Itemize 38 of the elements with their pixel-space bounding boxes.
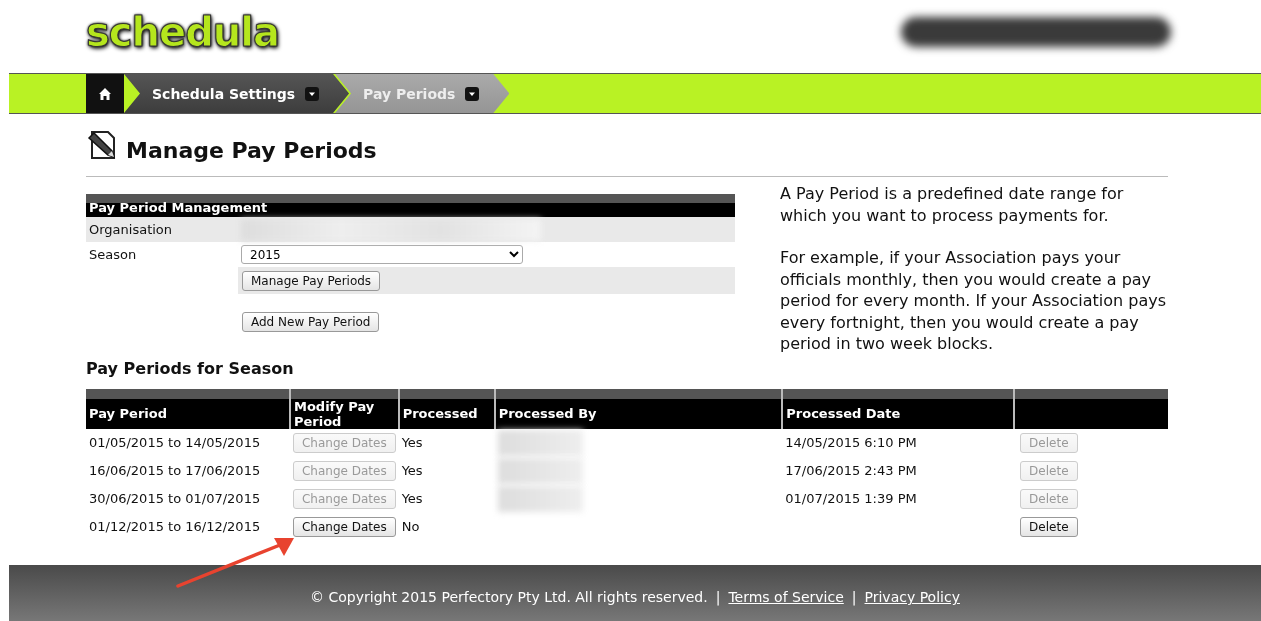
column-header: Processed — [398, 388, 495, 429]
column-header: Pay Period — [86, 388, 290, 429]
separator: | — [715, 589, 721, 605]
page-title: Manage Pay Periods — [126, 136, 377, 163]
table-cell-text: 17/06/2015 2:43 PM — [784, 462, 918, 480]
section-title: Pay Periods for Season — [86, 358, 295, 378]
copyright-text: © Copyright 2015 Perfectory Pty Ltd. All rights reserved. — [310, 589, 708, 605]
home-button[interactable] — [86, 74, 124, 113]
table-cell-text: No — [400, 518, 421, 536]
table-cell-text: Yes — [400, 490, 424, 508]
info-paragraph: A Pay Period is a predefined date range for which you want to process payments for. — [780, 183, 1125, 226]
change-dates-button[interactable]: Change Dates — [292, 516, 396, 537]
table-cell-text: 16/06/2015 to 17/06/2015 — [88, 462, 262, 480]
dropdown-icon[interactable] — [305, 86, 320, 101]
table-cell: Yes — [398, 428, 495, 457]
footer-link[interactable]: Privacy Policy — [864, 589, 960, 605]
column-header: Processed Date — [782, 388, 1015, 429]
table-cell-text: 30/06/2015 to 01/07/2015 — [88, 490, 262, 508]
add-pay-period-button[interactable]: Add New Pay Period — [242, 311, 380, 332]
column-header: Modify Pay Period — [289, 388, 399, 429]
table-cell-text: 01/07/2015 1:39 PM — [784, 490, 918, 508]
field-label: Season — [88, 247, 138, 262]
breadcrumb-link[interactable]: Schedula Settings — [124, 74, 350, 113]
table-cell-text: 01/12/2015 to 16/12/2015 — [88, 518, 262, 536]
delete-button[interactable]: Delete — [1020, 516, 1078, 537]
table-cell-text: Yes — [400, 462, 424, 480]
home-icon — [98, 86, 112, 101]
manage-pay-periods-button[interactable]: Manage Pay Periods — [242, 270, 381, 291]
column-header: Processed By — [494, 388, 783, 429]
field-label: Organisation — [88, 222, 174, 237]
table-cell: 14/05/2015 6:10 PM — [782, 428, 1015, 457]
footer-link[interactable]: Terms of Service — [728, 589, 844, 605]
dropdown-icon[interactable] — [465, 86, 480, 101]
separator: | — [851, 589, 857, 605]
panel-header: Pay Period Management — [86, 194, 735, 217]
table-cell: 01/05/2015 to 14/05/2015 — [86, 428, 290, 457]
season-select[interactable]: 2015 — [241, 245, 523, 264]
info-paragraph: For example, if your Association pays your officials monthly, then you would create a pay period for every month. If your Association pays every fortnight, then you would create a pay period in two week blocks. — [780, 247, 1167, 355]
